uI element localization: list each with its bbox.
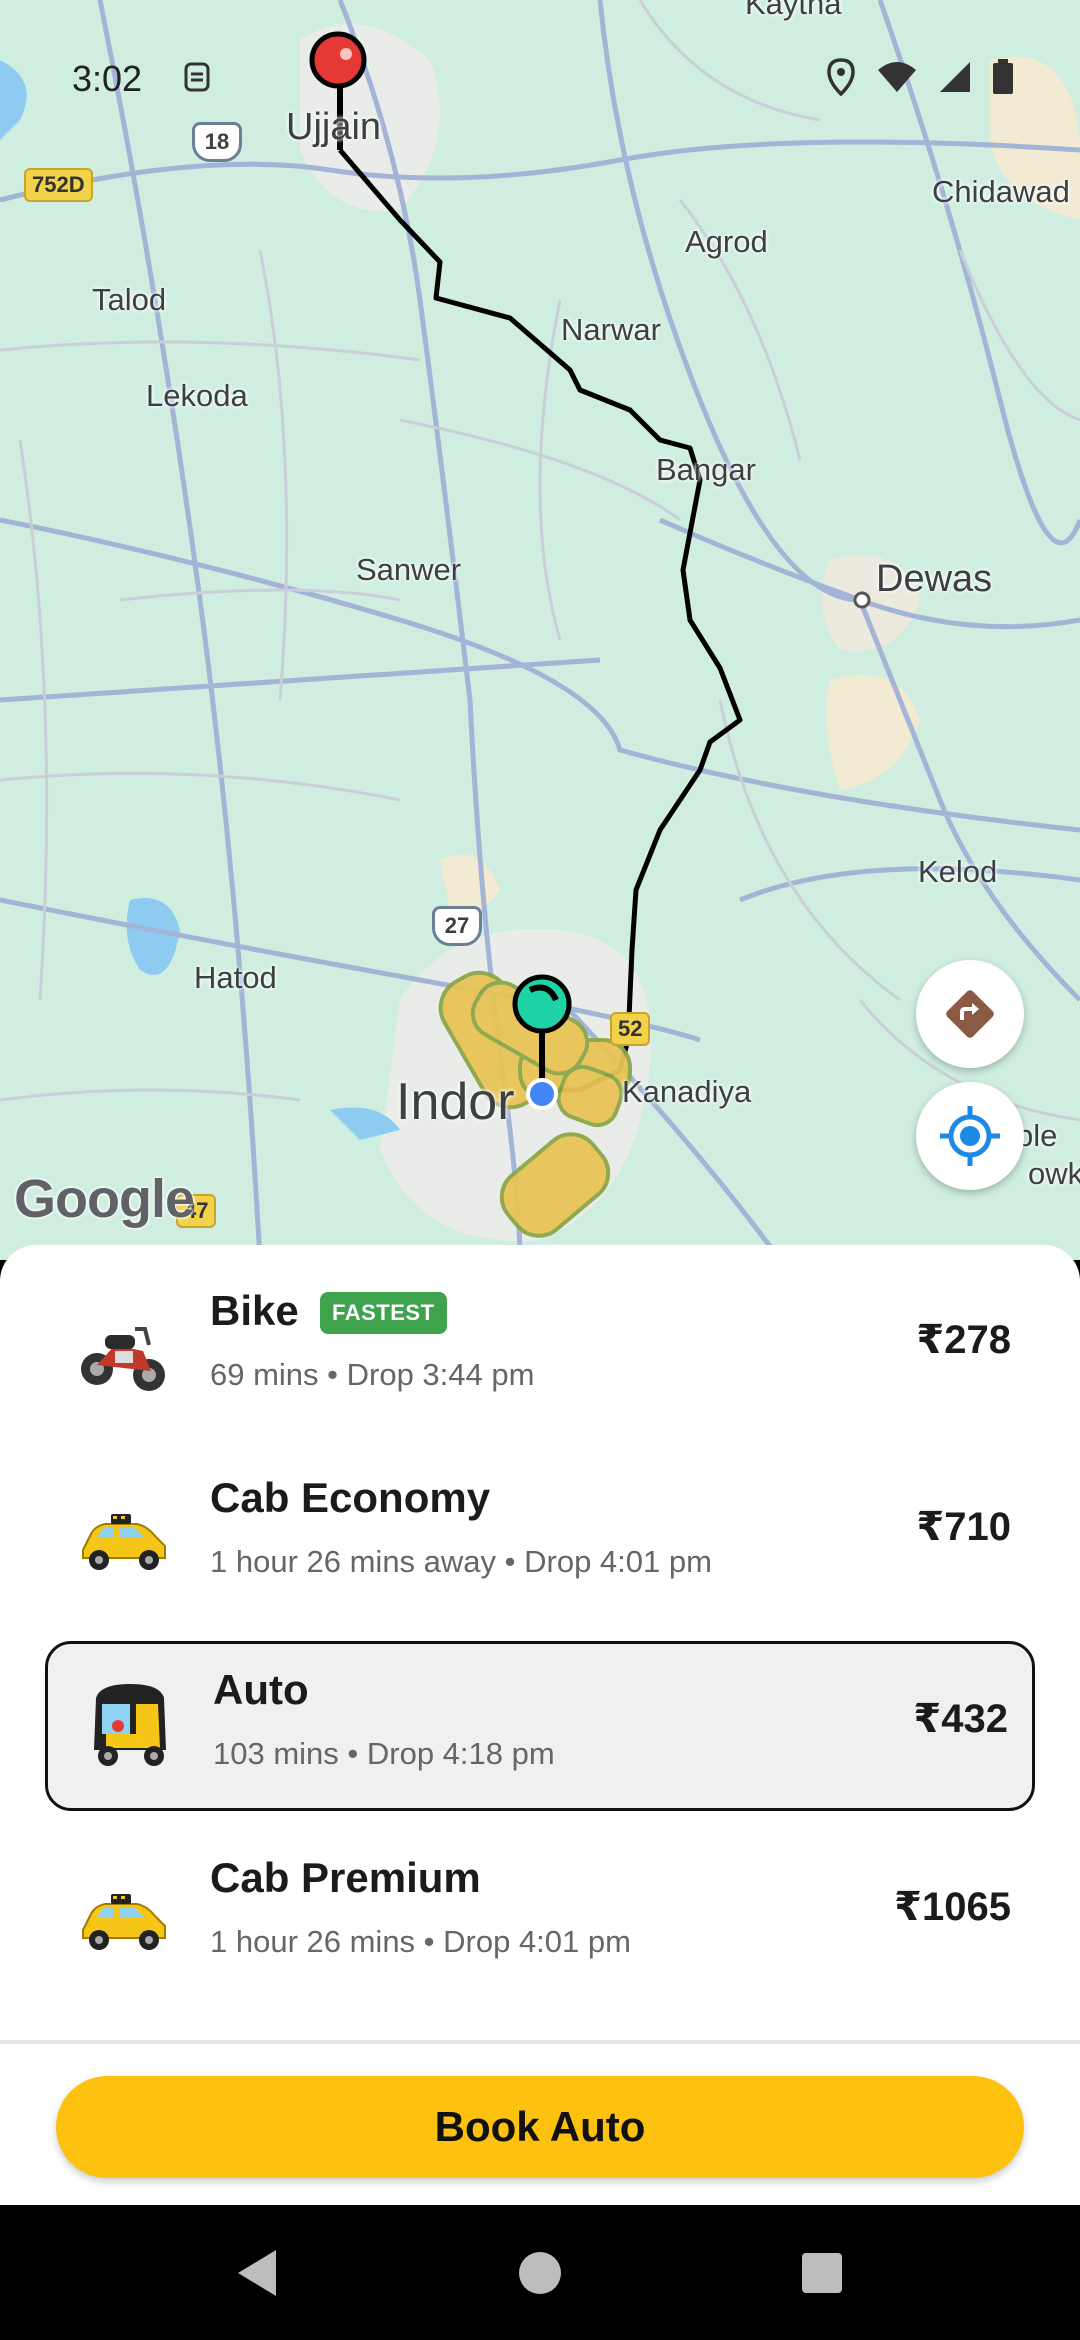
ride-meta: 1 hour 26 mins away • Drop 4:01 pm (210, 1544, 712, 1579)
ride-option-cab-premium[interactable]: Cab Premium 1 hour 26 mins • Drop 4:01 p… (45, 1832, 1035, 2002)
ride-name: Cab Premium (210, 1854, 481, 1901)
map-label: Agrod (685, 224, 768, 259)
map-label: Narwar (561, 312, 661, 347)
divider (0, 2040, 1080, 2044)
ride-option-cab-economy[interactable]: Cab Economy 1 hour 26 mins away • Drop 4… (45, 1452, 1035, 1622)
status-icons (826, 58, 1014, 96)
ride-price: ₹1065 (894, 1885, 1011, 1929)
map-label: Talod (92, 282, 167, 317)
taxi-icon (82, 1514, 166, 1570)
map-label: Kaytha (745, 0, 842, 21)
highway-shield: 27 (432, 906, 482, 946)
ride-name: Cab Economy (210, 1474, 491, 1521)
bike-icon (81, 1327, 165, 1391)
road-shield: 52 (610, 1012, 651, 1046)
map-label: Dewas (876, 558, 993, 600)
battery-icon (993, 59, 1013, 94)
map-label: owki (1028, 1156, 1080, 1191)
ride-price: ₹710 (916, 1505, 1011, 1549)
recents-icon[interactable] (798, 2246, 846, 2300)
signal-icon (940, 62, 970, 92)
taxi-icon (82, 1894, 166, 1950)
sim-icon (184, 62, 210, 92)
location-icon (827, 58, 855, 96)
map-label: Lekoda (146, 378, 248, 413)
home-icon[interactable] (516, 2246, 564, 2300)
map-base (0, 0, 1080, 1260)
map-label: Sanwer (356, 552, 462, 587)
ride-option-auto[interactable]: Auto 103 mins • Drop 4:18 pm ₹432 (45, 1641, 1035, 1811)
ride-meta: 103 mins • Drop 4:18 pm (213, 1736, 555, 1771)
map-view[interactable]: Kaytha Ujjain Chidawad Agrod Talod Narwa… (0, 0, 1080, 1260)
fastest-badge: FASTEST (320, 1292, 447, 1334)
system-nav-bar (0, 2208, 1080, 2340)
auto-rickshaw-icon (94, 1684, 166, 1766)
status-time: 3:02 (72, 58, 143, 99)
wifi-icon (878, 62, 916, 92)
directions-icon (946, 990, 994, 1038)
status-bar: 3:02 (0, 40, 1080, 120)
ride-option-bike[interactable]: Bike FASTEST 69 mins • Drop 3:44 pm ₹278 (45, 1265, 1035, 1435)
road-shield: 752D (24, 168, 93, 202)
my-location-button[interactable] (916, 1082, 1024, 1190)
map-label: Kelod (918, 854, 998, 889)
ride-price: ₹278 (916, 1318, 1011, 1362)
my-location-icon (940, 1106, 1000, 1166)
back-icon[interactable] (232, 2246, 280, 2300)
ride-price: ₹432 (913, 1697, 1008, 1741)
ride-meta: 1 hour 26 mins • Drop 4:01 pm (210, 1924, 631, 1959)
highway-shield: 18 (192, 122, 242, 162)
map-label: Indor (396, 1073, 515, 1131)
directions-button[interactable] (916, 960, 1024, 1068)
map-label: Kanadiya (622, 1074, 752, 1109)
ride-name: Bike (210, 1287, 299, 1334)
google-logo: Google (14, 1169, 195, 1229)
book-button[interactable]: Book Auto (56, 2076, 1024, 2178)
map-label: Chidawad (932, 174, 1070, 209)
map-label: Hatod (194, 960, 277, 995)
ride-meta: 69 mins • Drop 3:44 pm (210, 1357, 535, 1392)
ride-options-sheet: Bike FASTEST 69 mins • Drop 3:44 pm ₹278… (0, 1245, 1080, 2205)
ride-name: Auto (213, 1666, 309, 1713)
map-label: Bangar (656, 452, 756, 487)
